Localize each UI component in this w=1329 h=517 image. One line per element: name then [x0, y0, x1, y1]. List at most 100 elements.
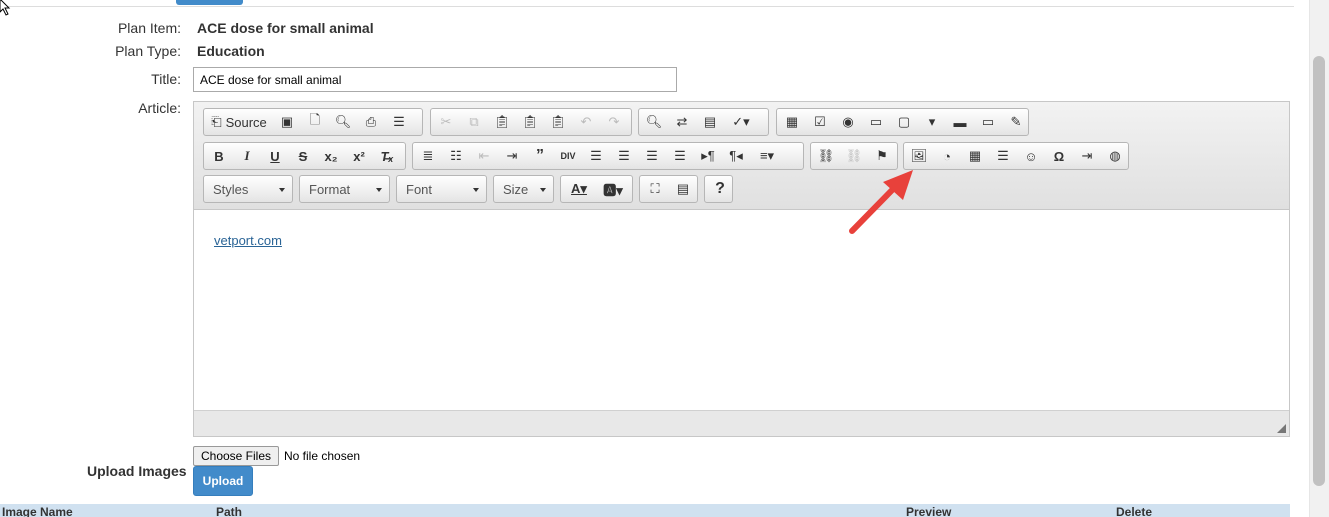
- form-icon[interactable]: ▦: [778, 110, 806, 134]
- italic-icon[interactable]: I: [233, 144, 261, 168]
- templates-icon[interactable]: ☰: [385, 110, 413, 134]
- page-break-icon[interactable]: ⇥: [1073, 144, 1101, 168]
- div-container-icon[interactable]: DIV: [554, 144, 582, 168]
- image-icon[interactable]: 🖼︎: [905, 144, 933, 168]
- special-char-icon[interactable]: Ω: [1045, 144, 1073, 168]
- align-left-icon[interactable]: ☰: [582, 144, 610, 168]
- checkbox-icon[interactable]: ☑: [806, 110, 834, 134]
- horizontal-line-icon[interactable]: ☰: [989, 144, 1017, 168]
- textfield-icon[interactable]: ▭: [862, 110, 890, 134]
- align-center-icon[interactable]: ☰: [610, 144, 638, 168]
- redo-icon[interactable]: ↷: [600, 110, 628, 134]
- editor-statusbar: [194, 410, 1289, 436]
- page: Plan Item: ACE dose for small animal Pla…: [0, 0, 1329, 517]
- size-combo[interactable]: Size: [493, 175, 554, 203]
- rtl-icon[interactable]: ¶◂: [722, 144, 750, 168]
- divider: [0, 6, 1294, 7]
- format-combo[interactable]: Format: [299, 175, 390, 203]
- font-combo[interactable]: Font: [396, 175, 487, 203]
- new-page-icon[interactable]: 🗋: [301, 110, 329, 134]
- save-icon[interactable]: ▣: [273, 110, 301, 134]
- align-right-icon[interactable]: ☰: [638, 144, 666, 168]
- font-combo-label: Font: [406, 182, 433, 197]
- rich-text-editor: ⎗ Source ▣ 🗋 🔍︎ ⎙ ☰ ✂ ⧉ 📋︎ 📋︎ 📋︎ ↶ ↷ 🔍︎ ⇄…: [193, 101, 1290, 437]
- outdent-icon[interactable]: ⇤: [470, 144, 498, 168]
- chevron-down-icon: [279, 188, 285, 192]
- language-icon[interactable]: ≡▾: [750, 144, 784, 168]
- copy-icon[interactable]: ⧉: [460, 110, 488, 134]
- unlink-icon[interactable]: ⛓: [840, 144, 868, 168]
- resize-handle-icon[interactable]: [1277, 424, 1286, 433]
- header-path: Path: [216, 505, 243, 517]
- smiley-icon[interactable]: ☺: [1017, 144, 1045, 168]
- hidden-field-icon[interactable]: ✎: [1002, 110, 1030, 134]
- styles-combo-label: Styles: [213, 182, 249, 197]
- cut-icon[interactable]: ✂: [432, 110, 460, 134]
- title-input[interactable]: [193, 67, 677, 92]
- ltr-icon[interactable]: ▸¶: [694, 144, 722, 168]
- numbered-list-icon[interactable]: ≣: [414, 144, 442, 168]
- bold-icon[interactable]: B: [205, 144, 233, 168]
- styles-combo[interactable]: Styles: [203, 175, 293, 203]
- strike-icon[interactable]: S: [289, 144, 317, 168]
- underline-icon[interactable]: U: [261, 144, 289, 168]
- iframe-icon[interactable]: ◍: [1101, 144, 1129, 168]
- upload-button[interactable]: Upload: [193, 466, 253, 496]
- replace-icon[interactable]: ⇄: [668, 110, 696, 134]
- source-label: Source: [225, 114, 267, 130]
- upload-images-label: Upload Images: [87, 463, 187, 479]
- images-table-header: Image Name Path Preview Delete: [0, 504, 1290, 517]
- bulleted-list-icon[interactable]: ☷: [442, 144, 470, 168]
- text-color-icon[interactable]: A▾: [562, 177, 596, 201]
- paste-text-icon[interactable]: 📋︎: [516, 110, 544, 134]
- select-all-icon[interactable]: ▤: [696, 110, 724, 134]
- anchor-flag-icon[interactable]: ⚑: [868, 144, 896, 168]
- show-blocks-icon[interactable]: ▤: [669, 177, 697, 201]
- select-field-icon[interactable]: ▾: [918, 110, 946, 134]
- radio-icon[interactable]: ◉: [834, 110, 862, 134]
- source-button[interactable]: ⎗ Source: [205, 110, 273, 134]
- help-icon[interactable]: ?: [706, 177, 734, 201]
- header-delete: Delete: [1116, 505, 1153, 517]
- preview-icon[interactable]: 🔍︎: [329, 110, 357, 134]
- choose-files-button[interactable]: Choose Files: [193, 446, 279, 466]
- source-icon: ⎗: [211, 114, 222, 129]
- undo-icon[interactable]: ↶: [572, 110, 600, 134]
- editor-content[interactable]: vetport.com: [194, 211, 1289, 411]
- button-field-icon[interactable]: ▬: [946, 110, 974, 134]
- paste-icon[interactable]: 📋︎: [488, 110, 516, 134]
- scrollbar-thumb[interactable]: [1313, 56, 1325, 486]
- flash-icon[interactable]: ◔: [933, 144, 961, 168]
- find-icon[interactable]: 🔍︎: [640, 110, 668, 134]
- paste-word-icon[interactable]: 📋︎: [544, 110, 572, 134]
- justify-icon[interactable]: ☰: [666, 144, 694, 168]
- top-button[interactable]: [176, 0, 243, 5]
- editing-group: 🔍︎ ⇄ ▤ ✓▾: [638, 108, 769, 136]
- maximize-icon[interactable]: ⛶: [641, 177, 669, 201]
- document-group: ⎗ Source ▣ 🗋 🔍︎ ⎙ ☰: [203, 108, 423, 136]
- spellcheck-icon[interactable]: ✓▾: [724, 110, 758, 134]
- bg-color-icon[interactable]: 🅰︎▾: [596, 177, 630, 201]
- content-link[interactable]: vetport.com: [214, 233, 282, 248]
- paragraph-group: ≣ ☷ ⇤ ⇥ ” DIV ☰ ☰ ☰ ☰ ▸¶ ¶◂ ≡▾: [412, 142, 804, 170]
- plan-type-value: Education: [197, 43, 265, 59]
- print-icon[interactable]: ⎙: [357, 110, 385, 134]
- link-icon[interactable]: ⛓: [812, 144, 840, 168]
- colors-group: A▾ 🅰︎▾: [560, 175, 633, 203]
- tools-group: ⛶ ▤: [639, 175, 698, 203]
- blockquote-icon[interactable]: ”: [526, 144, 554, 168]
- plan-item-value: ACE dose for small animal: [197, 20, 374, 36]
- textarea-icon[interactable]: ▢: [890, 110, 918, 134]
- insert-group: 🖼︎ ◔ ▦ ☰ ☺ Ω ⇥ ◍: [903, 142, 1129, 170]
- subscript-icon[interactable]: x₂: [317, 144, 345, 168]
- title-label: Title:: [151, 71, 181, 87]
- header-image-name: Image Name: [2, 505, 73, 517]
- superscript-icon[interactable]: x²: [345, 144, 373, 168]
- remove-format-icon[interactable]: T̶ₓ: [373, 144, 401, 168]
- indent-icon[interactable]: ⇥: [498, 144, 526, 168]
- clipboard-group: ✂ ⧉ 📋︎ 📋︎ 📋︎ ↶ ↷: [430, 108, 632, 136]
- table-icon[interactable]: ▦: [961, 144, 989, 168]
- format-combo-label: Format: [309, 182, 351, 197]
- image-button-icon[interactable]: ▭: [974, 110, 1002, 134]
- annotation-arrow-icon: [849, 170, 913, 234]
